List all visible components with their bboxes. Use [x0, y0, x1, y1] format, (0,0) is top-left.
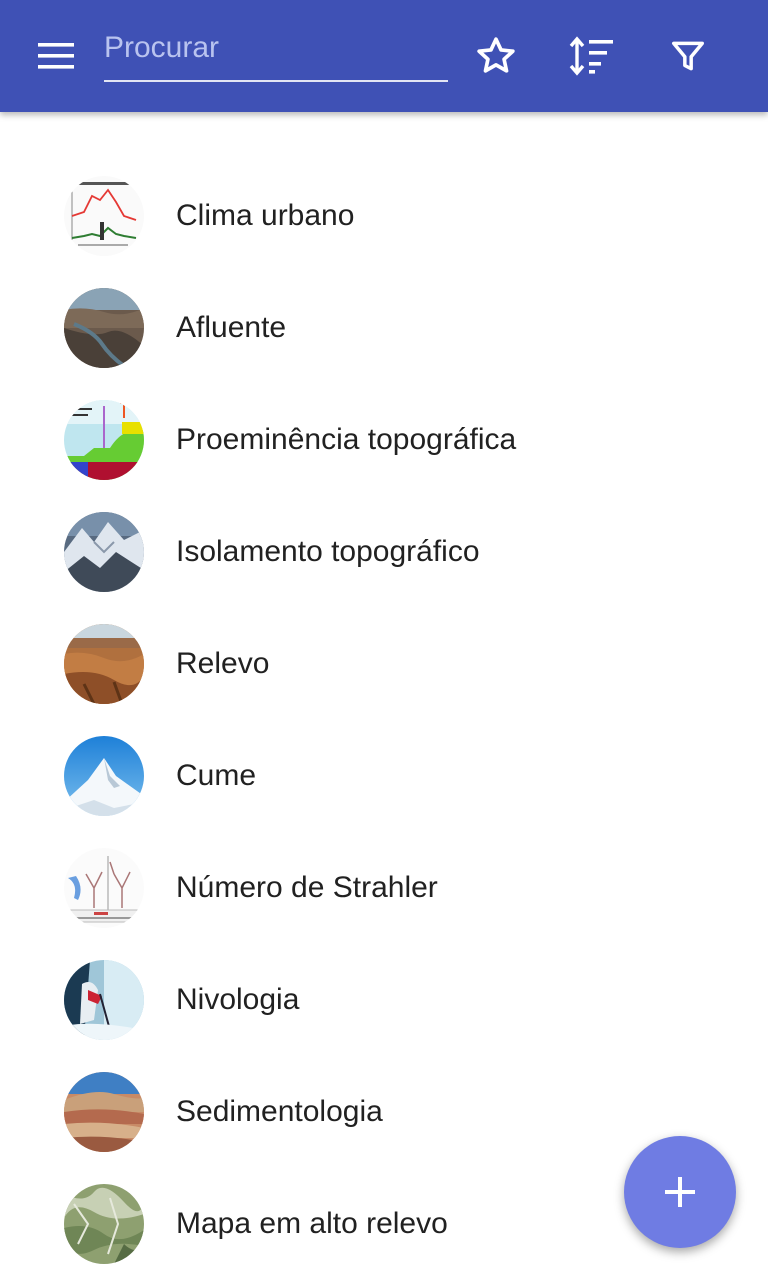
list-item-label: Sedimentologia — [176, 1095, 383, 1128]
topic-list: Clima urbano Afluente Proeminência topog… — [0, 160, 768, 1280]
snow-researcher-thumbnail — [64, 960, 144, 1040]
list-item-label: Proeminência topográfica — [176, 423, 517, 456]
list-item[interactable]: Isolamento topográfico — [0, 496, 768, 608]
list-item[interactable]: Clima urbano — [0, 160, 768, 272]
urban-heat-island-chart-thumbnail — [64, 176, 144, 256]
list-item-label: Número de Strahler — [176, 871, 438, 904]
add-button[interactable] — [624, 1136, 736, 1248]
list-item-label: Isolamento topográfico — [176, 535, 480, 568]
sort-icon — [569, 36, 613, 76]
favorites-button[interactable] — [468, 28, 524, 84]
snowy-mountains-thumbnail — [64, 512, 144, 592]
prominence-diagram-thumbnail — [64, 400, 144, 480]
snow-peak-thumbnail — [64, 736, 144, 816]
list-item-label: Cume — [176, 759, 257, 792]
list-item-label: Clima urbano — [176, 199, 355, 232]
app-bar — [0, 0, 768, 112]
river-canyon-aerial-thumbnail — [64, 288, 144, 368]
stream-order-diagram-thumbnail — [64, 848, 144, 928]
relief-map-thumbnail — [64, 1184, 144, 1264]
filter-icon — [672, 41, 704, 71]
list-item[interactable]: Cume — [0, 720, 768, 832]
star-icon — [477, 37, 515, 73]
plus-icon — [665, 1177, 695, 1207]
sort-button[interactable] — [564, 28, 620, 84]
list-item[interactable]: Relevo — [0, 608, 768, 720]
list-item[interactable]: Número de Strahler — [0, 832, 768, 944]
list-item-label: Relevo — [176, 647, 270, 680]
canyon-landscape-thumbnail — [64, 624, 144, 704]
menu-button[interactable] — [24, 28, 88, 84]
list-item[interactable]: Afluente — [0, 272, 768, 384]
search-field[interactable] — [104, 24, 448, 82]
list-item-label: Afluente — [176, 311, 287, 344]
list-item[interactable]: Nivologia — [0, 944, 768, 1056]
filter-button[interactable] — [660, 28, 716, 84]
sediment-layers-thumbnail — [64, 1072, 144, 1152]
list-item[interactable]: Proeminência topográfica — [0, 384, 768, 496]
search-input[interactable] — [104, 24, 448, 72]
list-item-label: Nivologia — [176, 983, 300, 1016]
menu-icon — [38, 43, 74, 69]
list-item-label: Mapa em alto relevo — [176, 1207, 448, 1240]
